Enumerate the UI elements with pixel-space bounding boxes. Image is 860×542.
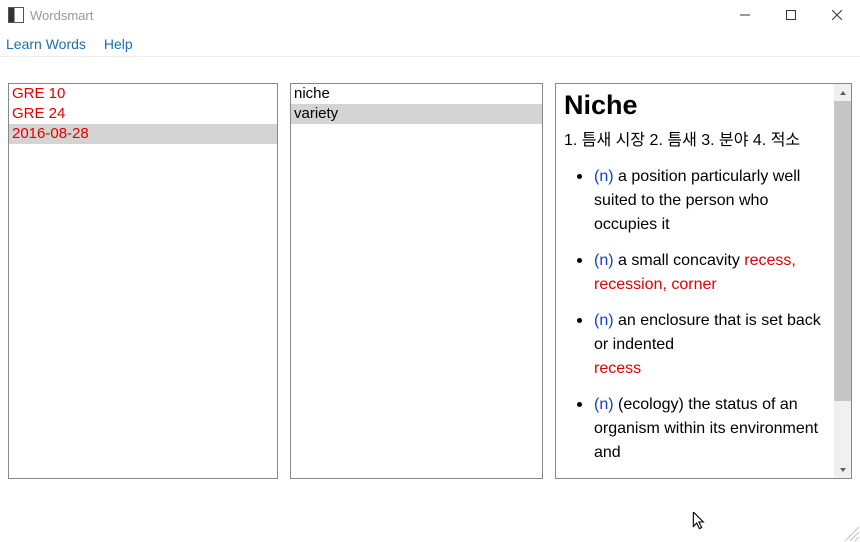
definition-entry: (n) a position particularly well suited … bbox=[594, 163, 826, 237]
definition-entry: (n) an enclosure that is set back or ind… bbox=[594, 307, 826, 381]
list-item[interactable]: 2016-08-28 bbox=[9, 124, 277, 144]
definition-title: Niche bbox=[564, 90, 826, 121]
definition-summary: 1. 틈새 시장 2. 틈새 3. 분야 4. 적소 bbox=[564, 129, 826, 153]
part-of-speech: (n) bbox=[594, 168, 614, 185]
definition-text: a position particularly well suited to t… bbox=[594, 168, 800, 233]
definition-entry: (n) (ecology) the status of an organism … bbox=[594, 391, 826, 465]
scrollbar-thumb[interactable] bbox=[834, 101, 851, 401]
list-item[interactable]: GRE 24 bbox=[9, 104, 277, 124]
titlebar: Wordsmart bbox=[0, 0, 860, 31]
menubar: Learn Words Help bbox=[0, 31, 860, 57]
definition-entry: (n) a small concavity recess, recession,… bbox=[594, 247, 826, 297]
close-button[interactable] bbox=[814, 0, 860, 31]
definition-content: Niche 1. 틈새 시장 2. 틈새 3. 분야 4. 적소 (n) a p… bbox=[556, 84, 834, 478]
part-of-speech: (n) bbox=[594, 396, 614, 413]
part-of-speech: (n) bbox=[594, 312, 614, 329]
deck-list[interactable]: GRE 10 GRE 24 2016-08-28 bbox=[9, 84, 277, 144]
definition-text: (ecology) the status of an organism with… bbox=[594, 396, 818, 461]
word-list[interactable]: niche variety bbox=[291, 84, 542, 124]
word-list-panel: niche variety bbox=[290, 83, 543, 479]
window-title: Wordsmart bbox=[30, 8, 93, 23]
deck-list-panel: GRE 10 GRE 24 2016-08-28 bbox=[8, 83, 278, 479]
app-icon bbox=[8, 7, 24, 23]
minimize-button[interactable] bbox=[722, 0, 768, 31]
list-item[interactable]: GRE 10 bbox=[9, 84, 277, 104]
cursor-icon bbox=[692, 512, 708, 532]
maximize-button[interactable] bbox=[768, 0, 814, 31]
definition-also: recess bbox=[594, 360, 641, 377]
definition-panel: Niche 1. 틈새 시장 2. 틈새 3. 분야 4. 적소 (n) a p… bbox=[555, 83, 852, 479]
part-of-speech: (n) bbox=[594, 252, 614, 269]
scroll-up-button[interactable] bbox=[834, 84, 851, 101]
scroll-down-button[interactable] bbox=[834, 461, 851, 478]
workspace: GRE 10 GRE 24 2016-08-28 niche variety N… bbox=[8, 83, 852, 479]
menu-learn-words[interactable]: Learn Words bbox=[4, 34, 88, 54]
scrollbar[interactable] bbox=[834, 84, 851, 478]
menu-help[interactable]: Help bbox=[102, 34, 135, 54]
definition-text: an enclosure that is set back or indente… bbox=[594, 312, 821, 353]
resize-grip-icon[interactable] bbox=[844, 526, 860, 542]
list-item[interactable]: niche bbox=[291, 84, 542, 104]
list-item[interactable]: variety bbox=[291, 104, 542, 124]
definition-text: a small concavity bbox=[618, 252, 740, 269]
definition-list: (n) a position particularly well suited … bbox=[564, 163, 826, 465]
